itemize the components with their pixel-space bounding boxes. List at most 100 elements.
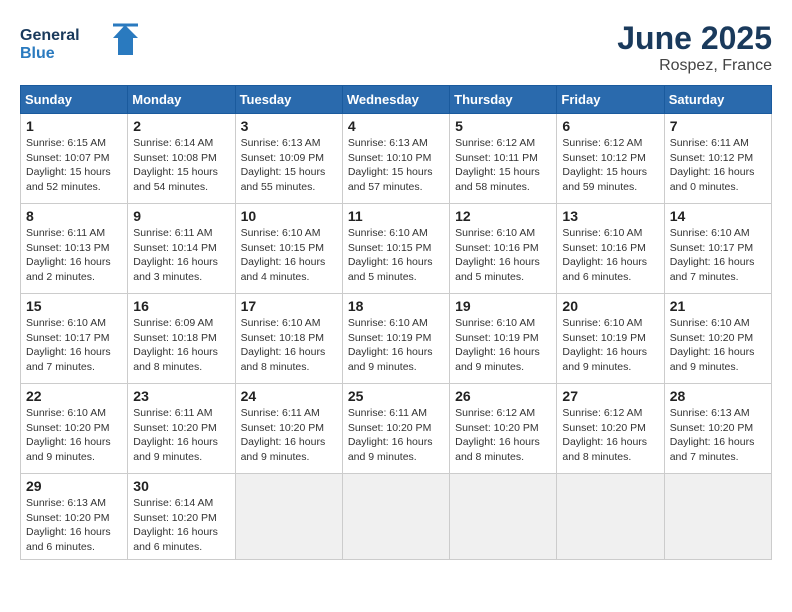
day-cell-20: 20 Sunrise: 6:10 AMSunset: 10:19 PMDayli… (557, 294, 664, 384)
day-cell-6: 6 Sunrise: 6:12 AMSunset: 10:12 PMDaylig… (557, 114, 664, 204)
day-number: 21 (670, 298, 766, 314)
day-info: Sunrise: 6:14 AMSunset: 10:08 PMDaylight… (133, 136, 229, 195)
day-info: Sunrise: 6:13 AMSunset: 10:20 PMDaylight… (26, 496, 122, 555)
day-number: 28 (670, 388, 766, 404)
day-info: Sunrise: 6:10 AMSunset: 10:17 PMDaylight… (670, 226, 766, 285)
empty-cell (664, 474, 771, 560)
month-year-title: June 2025 (617, 20, 772, 57)
day-cell-4: 4 Sunrise: 6:13 AMSunset: 10:10 PMDaylig… (342, 114, 449, 204)
calendar-table: Sunday Monday Tuesday Wednesday Thursday… (20, 85, 772, 560)
week-row-1: 1 Sunrise: 6:15 AMSunset: 10:07 PMDaylig… (21, 114, 772, 204)
day-number: 22 (26, 388, 122, 404)
day-info: Sunrise: 6:10 AMSunset: 10:16 PMDaylight… (562, 226, 658, 285)
day-info: Sunrise: 6:13 AMSunset: 10:20 PMDaylight… (670, 406, 766, 465)
page-header: General Blue June 2025 Rospez, France (20, 20, 772, 75)
day-number: 4 (348, 118, 444, 134)
day-cell-17: 17 Sunrise: 6:10 AMSunset: 10:18 PMDayli… (235, 294, 342, 384)
svg-text:Blue: Blue (20, 45, 55, 62)
day-info: Sunrise: 6:10 AMSunset: 10:19 PMDaylight… (455, 316, 551, 375)
day-number: 12 (455, 208, 551, 224)
empty-cell (450, 474, 557, 560)
day-number: 30 (133, 478, 229, 494)
day-info: Sunrise: 6:12 AMSunset: 10:20 PMDaylight… (562, 406, 658, 465)
day-info: Sunrise: 6:09 AMSunset: 10:18 PMDaylight… (133, 316, 229, 375)
day-number: 6 (562, 118, 658, 134)
header-saturday: Saturday (664, 86, 771, 114)
day-cell-25: 25 Sunrise: 6:11 AMSunset: 10:20 PMDayli… (342, 384, 449, 474)
day-cell-14: 14 Sunrise: 6:10 AMSunset: 10:17 PMDayli… (664, 204, 771, 294)
day-cell-24: 24 Sunrise: 6:11 AMSunset: 10:20 PMDayli… (235, 384, 342, 474)
header-monday: Monday (128, 86, 235, 114)
day-cell-27: 27 Sunrise: 6:12 AMSunset: 10:20 PMDayli… (557, 384, 664, 474)
day-cell-8: 8 Sunrise: 6:11 AMSunset: 10:13 PMDaylig… (21, 204, 128, 294)
day-cell-28: 28 Sunrise: 6:13 AMSunset: 10:20 PMDayli… (664, 384, 771, 474)
weekday-header-row: Sunday Monday Tuesday Wednesday Thursday… (21, 86, 772, 114)
day-number: 9 (133, 208, 229, 224)
day-number: 20 (562, 298, 658, 314)
day-info: Sunrise: 6:11 AMSunset: 10:14 PMDaylight… (133, 226, 229, 285)
day-info: Sunrise: 6:11 AMSunset: 10:20 PMDaylight… (348, 406, 444, 465)
header-sunday: Sunday (21, 86, 128, 114)
day-number: 14 (670, 208, 766, 224)
day-info: Sunrise: 6:10 AMSunset: 10:19 PMDaylight… (562, 316, 658, 375)
day-number: 2 (133, 118, 229, 134)
day-number: 3 (241, 118, 337, 134)
day-info: Sunrise: 6:10 AMSunset: 10:15 PMDaylight… (241, 226, 337, 285)
logo-svg: General Blue (20, 20, 140, 70)
day-info: Sunrise: 6:15 AMSunset: 10:07 PMDaylight… (26, 136, 122, 195)
empty-cell (557, 474, 664, 560)
day-info: Sunrise: 6:10 AMSunset: 10:20 PMDaylight… (670, 316, 766, 375)
day-info: Sunrise: 6:12 AMSunset: 10:11 PMDaylight… (455, 136, 551, 195)
day-number: 26 (455, 388, 551, 404)
day-number: 29 (26, 478, 122, 494)
day-cell-18: 18 Sunrise: 6:10 AMSunset: 10:19 PMDayli… (342, 294, 449, 384)
day-number: 18 (348, 298, 444, 314)
day-cell-7: 7 Sunrise: 6:11 AMSunset: 10:12 PMDaylig… (664, 114, 771, 204)
day-info: Sunrise: 6:10 AMSunset: 10:19 PMDaylight… (348, 316, 444, 375)
day-cell-3: 3 Sunrise: 6:13 AMSunset: 10:09 PMDaylig… (235, 114, 342, 204)
week-row-5: 29 Sunrise: 6:13 AMSunset: 10:20 PMDayli… (21, 474, 772, 560)
day-cell-2: 2 Sunrise: 6:14 AMSunset: 10:08 PMDaylig… (128, 114, 235, 204)
header-wednesday: Wednesday (342, 86, 449, 114)
day-number: 7 (670, 118, 766, 134)
week-row-2: 8 Sunrise: 6:11 AMSunset: 10:13 PMDaylig… (21, 204, 772, 294)
day-number: 25 (348, 388, 444, 404)
day-cell-30: 30 Sunrise: 6:14 AMSunset: 10:20 PMDayli… (128, 474, 235, 560)
day-number: 15 (26, 298, 122, 314)
day-number: 5 (455, 118, 551, 134)
day-cell-13: 13 Sunrise: 6:10 AMSunset: 10:16 PMDayli… (557, 204, 664, 294)
day-cell-1: 1 Sunrise: 6:15 AMSunset: 10:07 PMDaylig… (21, 114, 128, 204)
day-cell-21: 21 Sunrise: 6:10 AMSunset: 10:20 PMDayli… (664, 294, 771, 384)
day-cell-9: 9 Sunrise: 6:11 AMSunset: 10:14 PMDaylig… (128, 204, 235, 294)
day-number: 16 (133, 298, 229, 314)
day-info: Sunrise: 6:13 AMSunset: 10:09 PMDaylight… (241, 136, 337, 195)
header-tuesday: Tuesday (235, 86, 342, 114)
day-info: Sunrise: 6:11 AMSunset: 10:20 PMDaylight… (133, 406, 229, 465)
day-number: 13 (562, 208, 658, 224)
day-cell-5: 5 Sunrise: 6:12 AMSunset: 10:11 PMDaylig… (450, 114, 557, 204)
day-cell-26: 26 Sunrise: 6:12 AMSunset: 10:20 PMDayli… (450, 384, 557, 474)
day-number: 23 (133, 388, 229, 404)
day-cell-16: 16 Sunrise: 6:09 AMSunset: 10:18 PMDayli… (128, 294, 235, 384)
day-cell-12: 12 Sunrise: 6:10 AMSunset: 10:16 PMDayli… (450, 204, 557, 294)
week-row-3: 15 Sunrise: 6:10 AMSunset: 10:17 PMDayli… (21, 294, 772, 384)
day-info: Sunrise: 6:11 AMSunset: 10:12 PMDaylight… (670, 136, 766, 195)
day-cell-29: 29 Sunrise: 6:13 AMSunset: 10:20 PMDayli… (21, 474, 128, 560)
day-cell-10: 10 Sunrise: 6:10 AMSunset: 10:15 PMDayli… (235, 204, 342, 294)
day-info: Sunrise: 6:10 AMSunset: 10:16 PMDaylight… (455, 226, 551, 285)
week-row-4: 22 Sunrise: 6:10 AMSunset: 10:20 PMDayli… (21, 384, 772, 474)
day-info: Sunrise: 6:11 AMSunset: 10:20 PMDaylight… (241, 406, 337, 465)
day-cell-22: 22 Sunrise: 6:10 AMSunset: 10:20 PMDayli… (21, 384, 128, 474)
day-cell-15: 15 Sunrise: 6:10 AMSunset: 10:17 PMDayli… (21, 294, 128, 384)
day-number: 10 (241, 208, 337, 224)
header-thursday: Thursday (450, 86, 557, 114)
day-info: Sunrise: 6:12 AMSunset: 10:12 PMDaylight… (562, 136, 658, 195)
day-info: Sunrise: 6:10 AMSunset: 10:17 PMDaylight… (26, 316, 122, 375)
day-number: 17 (241, 298, 337, 314)
day-number: 11 (348, 208, 444, 224)
day-info: Sunrise: 6:10 AMSunset: 10:15 PMDaylight… (348, 226, 444, 285)
day-cell-11: 11 Sunrise: 6:10 AMSunset: 10:15 PMDayli… (342, 204, 449, 294)
day-info: Sunrise: 6:14 AMSunset: 10:20 PMDaylight… (133, 496, 229, 555)
empty-cell (342, 474, 449, 560)
day-info: Sunrise: 6:11 AMSunset: 10:13 PMDaylight… (26, 226, 122, 285)
